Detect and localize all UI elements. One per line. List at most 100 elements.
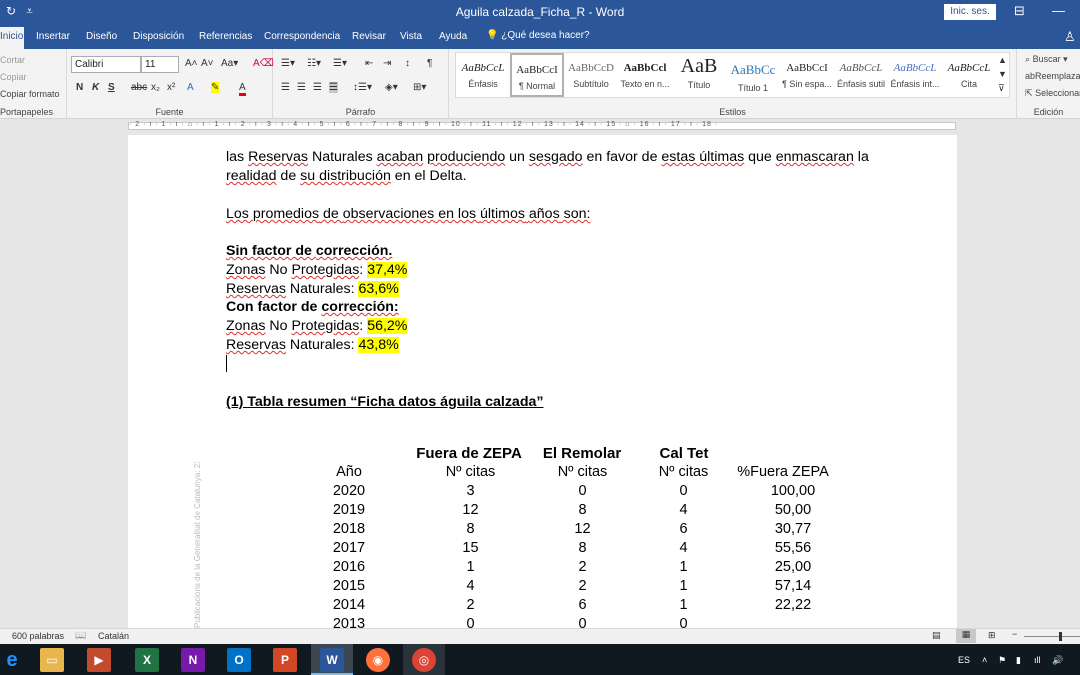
- onenote-icon[interactable]: N: [181, 648, 205, 672]
- tab-inicio[interactable]: Inicio: [0, 27, 24, 49]
- tab-revisar[interactable]: Revisar: [352, 31, 386, 42]
- tab-vista[interactable]: Vista: [400, 31, 422, 42]
- subscript-icon[interactable]: x₂: [151, 82, 160, 93]
- table-group-header: El Remolar: [542, 445, 622, 462]
- style-enfasis-intenso[interactable]: AaBbCcL Énfasis int...: [888, 53, 942, 97]
- web-layout-icon[interactable]: ⊞: [988, 630, 996, 641]
- font-color-icon[interactable]: A: [239, 82, 246, 96]
- style-texto-en-negrita[interactable]: AaBbCcl Texto en n...: [618, 53, 672, 97]
- style-enfasis-sutil[interactable]: AaBbCcL Énfasis sutil: [834, 53, 888, 97]
- align-center-icon[interactable]: ☰: [297, 82, 306, 93]
- change-case-icon[interactable]: Aa▾: [221, 58, 238, 69]
- superscript-icon[interactable]: x²: [167, 82, 175, 93]
- style-titulo[interactable]: AaB Título: [672, 53, 726, 97]
- shrink-font-icon[interactable]: A˅: [201, 58, 214, 69]
- replace-button[interactable]: abReemplazar: [1025, 71, 1080, 81]
- style-subtitulo[interactable]: AaBbCcD Subtítulo: [564, 53, 618, 97]
- strikethrough-icon[interactable]: abc: [131, 82, 147, 93]
- align-left-icon[interactable]: ☰: [281, 82, 290, 93]
- style-sin-espaciado[interactable]: AaBbCcI ¶ Sin espa...: [780, 53, 834, 97]
- style-cita[interactable]: AaBbCcL Cita: [942, 53, 996, 97]
- format-painter-button[interactable]: Copiar formato: [0, 89, 60, 99]
- network-flag-icon[interactable]: ⚑: [998, 655, 1006, 666]
- bold-icon[interactable]: N: [76, 82, 83, 93]
- ribbon: Cortar Copiar Copiar formato Portapapele…: [0, 49, 1080, 119]
- styles-scroll-down-icon[interactable]: ▼: [998, 69, 1007, 79]
- volume-icon[interactable]: 🔊: [1052, 655, 1063, 666]
- tab-ayuda[interactable]: Ayuda: [439, 31, 467, 42]
- borders-icon[interactable]: ⊞▾: [413, 82, 426, 93]
- find-button[interactable]: ⌕ Buscar ▾: [1025, 54, 1068, 65]
- tell-me-search[interactable]: 💡 ¿Qué desea hacer?: [486, 30, 590, 41]
- styles-more-icon[interactable]: ⊽: [998, 83, 1005, 94]
- tab-referencias[interactable]: Referencias: [199, 31, 252, 42]
- styles-scroll-up-icon[interactable]: ▲: [998, 55, 1007, 65]
- powerpoint-icon[interactable]: P: [273, 648, 297, 672]
- edge-icon[interactable]: e: [0, 648, 24, 672]
- ribbon-tabs: Inicio Insertar Diseño Disposición Refer…: [0, 25, 1080, 49]
- grow-font-icon[interactable]: A˄: [185, 58, 198, 69]
- italic-icon[interactable]: K: [92, 82, 99, 93]
- style-titulo-1[interactable]: AaBbCc Título 1: [726, 53, 780, 97]
- increase-indent-icon[interactable]: ⇥: [383, 58, 391, 69]
- sign-in-button[interactable]: Inic. ses.: [944, 4, 996, 20]
- cut-button[interactable]: Cortar: [0, 55, 25, 65]
- tab-correspondencia[interactable]: Correspondencia: [264, 31, 340, 42]
- font-size-dropdown[interactable]: 11: [141, 56, 179, 73]
- media-player-icon[interactable]: ▶: [87, 648, 111, 672]
- zoom-out-icon[interactable]: −: [1012, 629, 1017, 639]
- outlook-icon[interactable]: O: [227, 648, 251, 672]
- minimize-icon[interactable]: —: [1052, 3, 1065, 18]
- wifi-signal-icon[interactable]: ıll: [1034, 655, 1041, 665]
- text-effects-icon[interactable]: A: [187, 82, 194, 93]
- bullets-icon[interactable]: ☰▾: [281, 58, 295, 69]
- print-layout-icon[interactable]: ▦: [956, 629, 976, 643]
- text-cursor: [226, 355, 227, 372]
- word-taskbar-button[interactable]: W: [311, 644, 353, 675]
- style-enfasis[interactable]: AaBbCcL Énfasis: [456, 53, 510, 97]
- justify-icon[interactable]: ☰: [329, 82, 338, 93]
- shading-icon[interactable]: ◈▾: [385, 82, 398, 93]
- numbering-icon[interactable]: ☷▾: [307, 58, 321, 69]
- input-language[interactable]: ES: [958, 655, 970, 665]
- show-formatting-icon[interactable]: ¶: [427, 58, 432, 69]
- styles-group: AaBbCcL Énfasis AaBbCcI ¶ Normal AaBbCcD Su…: [449, 49, 1017, 119]
- tab-disposicion[interactable]: Disposición: [133, 31, 184, 42]
- multilevel-list-icon[interactable]: ☰▾: [333, 58, 347, 69]
- chrome-taskbar-button[interactable]: ◎: [403, 644, 445, 675]
- read-mode-icon[interactable]: ▤: [932, 630, 941, 641]
- word-count[interactable]: 600 palabras: [12, 631, 64, 641]
- battery-icon[interactable]: ▮: [1016, 655, 1021, 666]
- line-spacing-icon[interactable]: ↕☰▾: [353, 82, 372, 93]
- zoom-slider[interactable]: [1024, 636, 1080, 637]
- horizontal-ruler[interactable]: · 2 · ı · 1 · ı · ⌂ · ı · 1 · ı · 2 · ı …: [0, 119, 1080, 133]
- file-explorer-icon[interactable]: ▭: [40, 648, 64, 672]
- highlight-icon[interactable]: ✎: [211, 82, 220, 93]
- style-normal[interactable]: AaBbCcI ¶ Normal: [510, 53, 564, 97]
- con-factor-heading: Con factor de corrección:: [226, 299, 399, 315]
- ribbon-display-options-icon[interactable]: ⊟: [1014, 3, 1025, 19]
- copy-button[interactable]: Copiar: [0, 72, 27, 82]
- font-label: Fuente: [155, 107, 184, 117]
- underline-icon[interactable]: S: [108, 82, 115, 93]
- tray-chevron-icon[interactable]: ˄: [982, 655, 987, 665]
- document-page[interactable]: las Reservas Naturales acaban produciend…: [128, 135, 957, 628]
- lightbulb-icon: 💡: [486, 30, 499, 41]
- proofing-icon[interactable]: 📖: [75, 630, 86, 641]
- excel-icon[interactable]: X: [135, 648, 159, 672]
- sort-icon[interactable]: ↕: [405, 58, 410, 69]
- zoom-slider-thumb[interactable]: [1059, 632, 1062, 641]
- language-status[interactable]: Catalán: [98, 631, 129, 641]
- firefox-icon[interactable]: ◉: [366, 648, 390, 672]
- window-title: Aguila calzada_Ficha_R - Word: [455, 5, 625, 19]
- align-right-icon[interactable]: ☰: [313, 82, 322, 93]
- tab-insertar[interactable]: Insertar: [36, 31, 70, 42]
- decrease-indent-icon[interactable]: ⇤: [365, 58, 373, 69]
- tab-diseno[interactable]: Diseño: [86, 31, 117, 42]
- share-icon[interactable]: ♙: [1064, 29, 1076, 45]
- clear-formatting-icon[interactable]: A⌫: [253, 58, 274, 69]
- select-button[interactable]: ⇱ Seleccionar: [1025, 88, 1080, 99]
- paragraph-label: Párrafo: [345, 107, 376, 117]
- table-column-header: Año: [336, 464, 362, 480]
- font-name-dropdown[interactable]: Calibri: [71, 56, 141, 73]
